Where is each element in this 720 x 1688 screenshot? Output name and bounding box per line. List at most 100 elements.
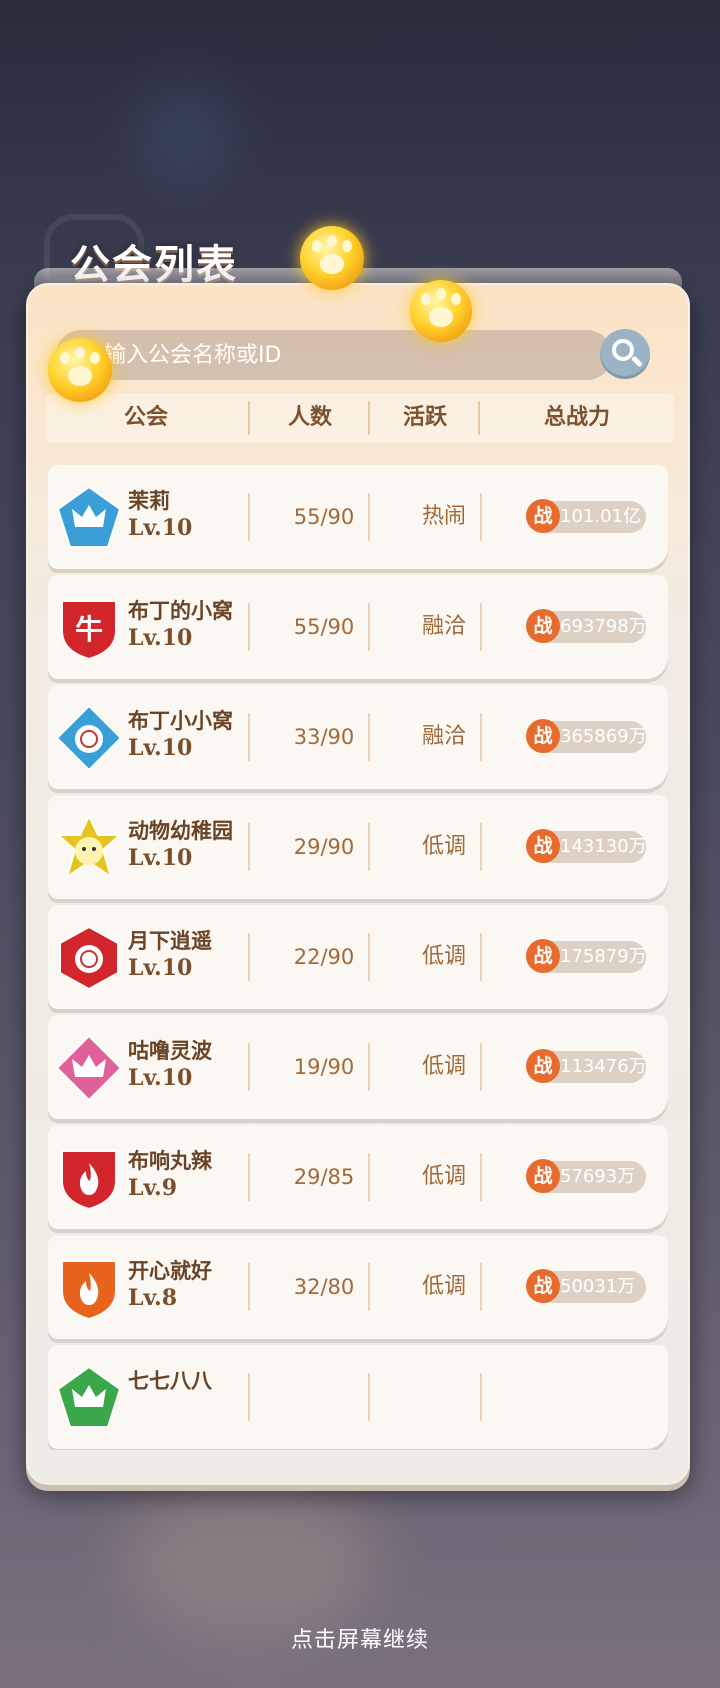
row-divider [368,1153,370,1201]
guild-row[interactable]: 月下逍遥 Lv.10 22/90 低调 战 175879万 [48,905,668,1009]
paw-icon [300,226,364,290]
guild-name: 七七八八 [128,1369,212,1393]
power-badge: 战 693798万 [526,609,647,643]
guild-level: Lv.10 [128,1065,193,1091]
tap-to-continue-hint[interactable]: 点击屏幕继续 [0,1622,720,1654]
guild-name: 茉莉 [128,489,170,513]
guild-level: Lv.10 [128,625,193,651]
row-divider [248,823,250,871]
row-divider [368,1263,370,1311]
row-divider [368,823,370,871]
header-power: 总战力 [543,405,610,430]
guild-power: 693798万 [560,616,647,637]
guild-activity: 低调 [421,944,466,969]
guild-members: 29/85 [293,1165,355,1189]
row-divider [480,1373,482,1421]
guild-activity: 低调 [421,1164,466,1189]
guild-members: 19/90 [293,1055,355,1079]
row-divider [368,1373,370,1421]
guild-level: Lv.10 [128,735,193,761]
guild-members: 33/90 [293,725,355,749]
row-divider [480,1043,482,1091]
guild-name: 咕噜灵波 [128,1039,212,1063]
guild-level: Lv.10 [128,845,193,871]
power-badge: 战 113476万 [526,1049,647,1083]
guild-power: 175879万 [560,946,647,967]
guild-activity: 低调 [421,1274,466,1299]
guild-activity: 融洽 [421,614,466,639]
power-icon: 战 [526,719,560,753]
row-divider [248,713,250,761]
power-badge: 战 365869万 [526,719,647,753]
background-glow [140,90,230,180]
guild-members [264,1345,384,1449]
guild-emblem-icon [61,1260,117,1321]
guild-activity: 低调 [421,834,466,859]
paw-icon [410,280,472,342]
guild-row[interactable]: 牛 布丁的小窝 Lv.10 55/90 融洽 战 693798万 [48,575,668,679]
row-divider [248,1153,250,1201]
guild-activity: 融洽 [421,724,466,749]
header-members: 人数 [287,405,332,430]
guild-emblem-icon: 牛 [61,600,117,661]
guild-members: 29/90 [293,835,355,859]
search-button[interactable] [600,329,650,379]
header-activity: 活跃 [402,405,447,430]
guild-emblem-icon [56,485,122,548]
row-divider [248,1043,250,1091]
row-divider [248,493,250,541]
guild-power: 57693万 [560,1166,636,1187]
guild-row[interactable]: 开心就好 Lv.8 32/80 低调 战 50031万 [48,1235,668,1339]
guild-name: 月下逍遥 [128,929,212,953]
row-divider [368,493,370,541]
row-divider [248,603,250,651]
guild-emblem-icon [56,815,122,880]
guild-power: 365869万 [560,726,647,747]
search-input[interactable] [104,330,584,380]
search-bar[interactable] [56,330,612,380]
guild-row[interactable]: 布丁小小窝 Lv.10 33/90 融洽 战 365869万 [48,685,668,789]
guild-row[interactable]: 动物幼稚园 Lv.10 29/90 低调 战 143130万 [48,795,668,899]
guild-name: 布响丸辣 [128,1149,212,1173]
guild-level: Lv.10 [128,515,193,541]
list-header: 公会 人数 活跃 总战力 [46,393,674,443]
guild-emblem-icon [61,1150,117,1211]
row-divider [480,823,482,871]
row-divider [480,1263,482,1311]
row-divider [248,933,250,981]
guild-emblem-icon [56,705,122,771]
guild-members: 32/80 [293,1275,355,1299]
guild-name: 开心就好 [128,1259,212,1283]
power-icon: 战 [526,939,560,973]
guild-emblem-icon [59,925,119,991]
row-divider [480,493,482,541]
row-divider [368,1043,370,1091]
row-divider [368,933,370,981]
guild-members: 22/90 [293,945,355,969]
guild-members: 55/90 [293,505,355,529]
guild-row[interactable]: 咕噜灵波 Lv.10 19/90 低调 战 113476万 [48,1015,668,1119]
guild-members: 55/90 [293,615,355,639]
row-divider [248,1263,250,1311]
guild-list-panel: 公会 人数 活跃 总战力 茉莉 Lv.10 55/90 热闹 战 101.01亿… [26,283,690,1485]
guild-level: Lv.9 [128,1175,178,1201]
guild-activity [394,1345,494,1449]
guild-level: Lv.10 [128,955,193,981]
row-divider [368,603,370,651]
power-icon: 战 [526,1159,560,1193]
power-icon: 战 [526,1049,560,1083]
guild-row[interactable]: 七七八八 [48,1345,668,1449]
power-icon: 战 [526,1269,560,1303]
guild-row[interactable]: 布响丸辣 Lv.9 29/85 低调 战 57693万 [48,1125,668,1229]
guild-activity: 热闹 [421,504,466,529]
guild-row[interactable]: 茉莉 Lv.10 55/90 热闹 战 101.01亿 [48,465,668,569]
row-divider [480,933,482,981]
guild-level: Lv.8 [128,1285,178,1311]
background-glow [120,1480,380,1640]
power-badge: 战 143130万 [526,829,647,863]
row-divider [368,713,370,761]
row-divider [248,1373,250,1421]
guild-emblem-icon [56,1365,122,1428]
guild-list[interactable]: 茉莉 Lv.10 55/90 热闹 战 101.01亿 牛 布丁的小窝 Lv.1… [28,465,688,1450]
guild-power: 50031万 [560,1276,636,1297]
